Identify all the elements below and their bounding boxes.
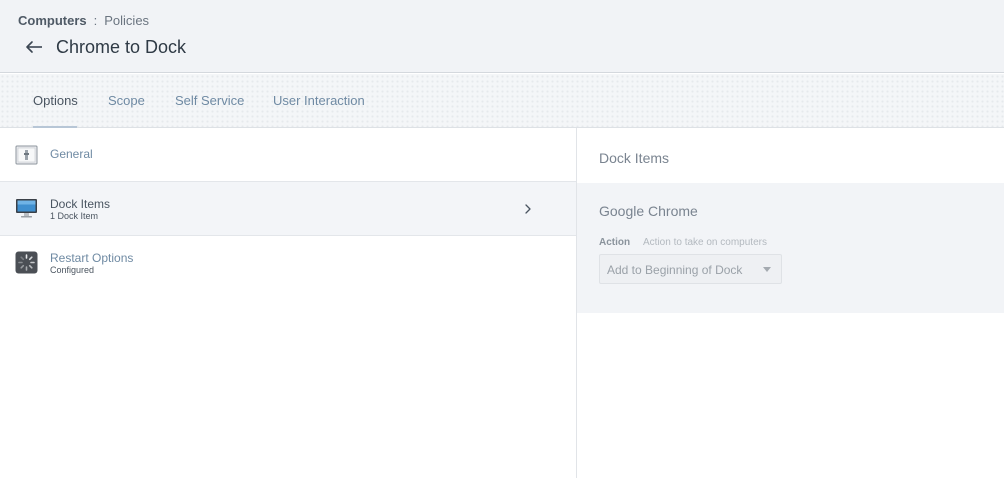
section-restart-options[interactable]: Restart Options Configured (0, 236, 576, 290)
tab-self-service[interactable]: Self Service (175, 93, 244, 108)
breadcrumb-computers[interactable]: Computers (18, 13, 87, 28)
action-hint: Action to take on computers (643, 237, 767, 248)
section-title: Dock Items (50, 197, 111, 211)
action-select-value: Add to Beginning of Dock (607, 263, 743, 277)
tab-bar: Options Scope Self Service User Interact… (0, 74, 1004, 128)
section-general[interactable]: General (0, 128, 576, 182)
action-label: Action (599, 237, 631, 248)
breadcrumb-separator: : (93, 13, 98, 28)
panel-heading: Dock Items (599, 150, 670, 166)
tab-user-interaction[interactable]: User Interaction (273, 93, 365, 108)
action-select[interactable]: Add to Beginning of Dock (599, 254, 782, 284)
breadcrumb-policies[interactable]: Policies (104, 13, 149, 28)
dock-item-name: Google Chrome (599, 203, 698, 219)
arrow-left-icon[interactable] (22, 36, 46, 58)
detail-pane: Dock Items Google Chrome Action Action t… (577, 128, 1004, 478)
section-subtitle: 1 Dock Item (50, 211, 99, 221)
section-title: General (50, 147, 93, 161)
section-subtitle: Configured (50, 265, 95, 275)
restart-spinner-icon (15, 251, 38, 274)
section-dock-items[interactable]: Dock Items 1 Dock Item (0, 182, 576, 236)
page-header: Computers: Policies Chrome to Dock (0, 0, 1004, 73)
breadcrumb: Computers: Policies (18, 13, 149, 28)
monitor-icon (16, 199, 37, 218)
tab-options[interactable]: Options (33, 93, 78, 108)
general-settings-icon (15, 145, 38, 165)
section-title: Restart Options (50, 251, 134, 265)
tab-scope[interactable]: Scope (108, 93, 145, 108)
sections-list: General Dock Items 1 Dock Item Restart O… (0, 128, 576, 478)
chevron-right-icon (525, 204, 531, 214)
caret-down-icon (763, 267, 771, 272)
page-title: Chrome to Dock (56, 37, 187, 57)
dock-item-card: Google Chrome Action Action to take on c… (577, 183, 1004, 313)
